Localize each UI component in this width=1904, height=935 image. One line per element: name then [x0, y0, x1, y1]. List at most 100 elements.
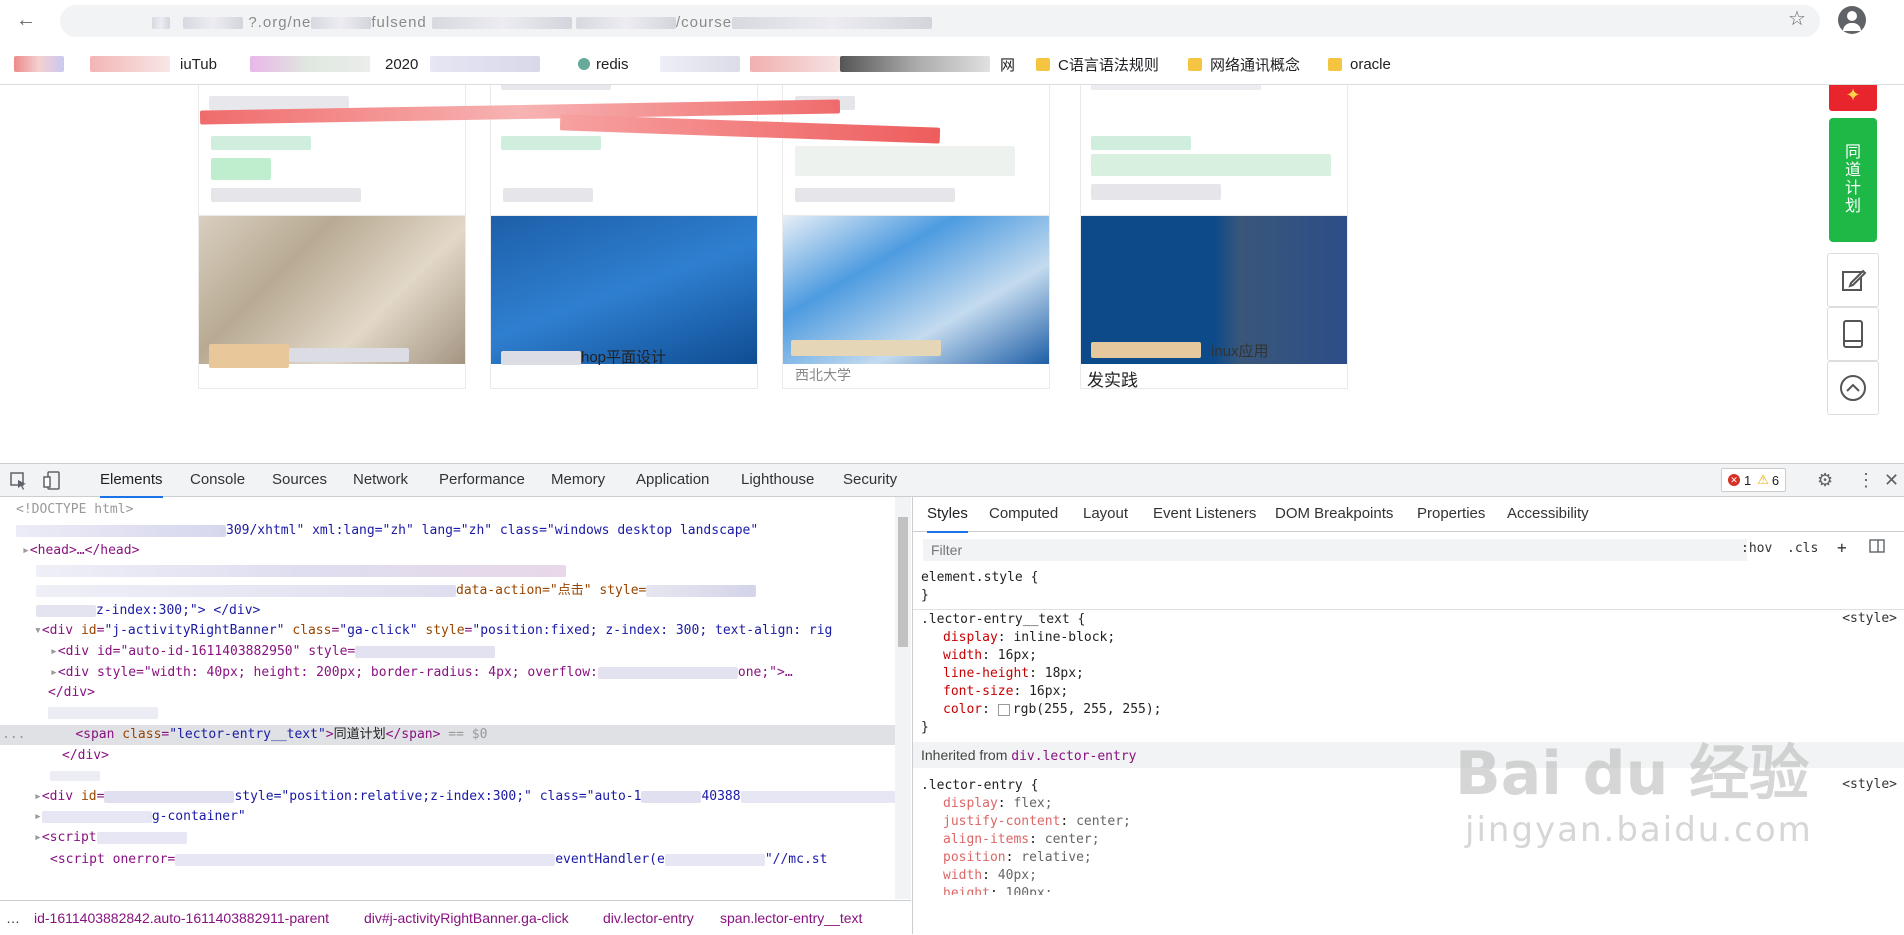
devtools-tabbar: Elements Console Sources Network Perform…	[0, 464, 1904, 498]
dom-line-div-close[interactable]: </div>	[62, 746, 109, 766]
warning-count: 6	[1771, 472, 1780, 488]
tab-application[interactable]: Application	[636, 464, 709, 496]
baidu-watermark: Bai du 经验	[1455, 739, 1810, 809]
breadcrumb-item[interactable]: span.lector-entry__text	[720, 901, 862, 935]
styles-filter-input[interactable]	[923, 539, 1747, 561]
tab-memory[interactable]: Memory	[551, 464, 605, 496]
bookmark-item[interactable]: 网	[1000, 51, 1015, 77]
tab-properties[interactable]: Properties	[1417, 497, 1485, 531]
dom-tree[interactable]: <!DOCTYPE html> 309/xhtml" xml:lang="zh"…	[0, 497, 895, 899]
class-toggle[interactable]: .cls	[1787, 541, 1818, 556]
tab-dom-breakpoints[interactable]: DOM Breakpoints	[1275, 497, 1393, 531]
course-card[interactable]	[1080, 85, 1348, 233]
inspect-element-icon[interactable]	[10, 464, 28, 496]
lector-entry-text: 同道计划	[1845, 144, 1862, 215]
course-school: 西北大学	[795, 367, 851, 383]
issues-badge[interactable]: ✕ 1 ⚠ 6	[1721, 468, 1787, 492]
tab-computed[interactable]: Computed	[989, 497, 1058, 531]
element-style-rule[interactable]: element.style { }	[913, 569, 1904, 610]
dom-line-script-onerror[interactable]: <script onerror= eventHandler(e "//mc.st	[50, 850, 827, 870]
dom-line-relative-div[interactable]: ▸<div id= style="position:relative;z-inde…	[34, 787, 895, 807]
bookmarks-bar: iuTub 2020 redis 网 C语言语法规则 网络通讯概念 oracle	[0, 44, 1904, 85]
styles-tabbar: Styles Computed Layout Event Listeners D…	[913, 497, 1904, 533]
dom-line-script[interactable]: ▸<script	[34, 828, 187, 848]
bookmark-item[interactable]: 2020	[385, 51, 418, 77]
edit-icon[interactable]	[1827, 253, 1879, 307]
course-title: 发实践	[1087, 371, 1138, 390]
tab-accessibility[interactable]: Accessibility	[1507, 497, 1589, 531]
course-card[interactable]	[198, 215, 466, 389]
dom-line-width-div[interactable]: ▸<div style="width: 40px; height: 200px;…	[50, 663, 793, 683]
bookmark-item[interactable]: iuTub	[180, 51, 217, 77]
styles-pane: Styles Computed Layout Event Listeners D…	[912, 497, 1904, 934]
tablet-icon[interactable]	[1827, 307, 1879, 361]
folder-icon	[1328, 57, 1342, 71]
dom-line-zindex[interactable]: z-index:300;"> </div>	[36, 601, 260, 621]
dom-line-container[interactable]: ▸ g-container"	[34, 807, 246, 827]
devtools-panel: Elements Console Sources Network Perform…	[0, 463, 1904, 935]
address-bar[interactable]: ?.org/ne fulsend /course	[60, 5, 1820, 37]
url-text: ?.org/ne fulsend /course	[152, 14, 933, 31]
rule-source-link[interactable]: <style>	[1842, 777, 1897, 792]
breadcrumb-ellipsis[interactable]: …	[6, 901, 20, 935]
dom-line-banner[interactable]: ▾<div id="j-activityRightBanner" class="…	[34, 621, 832, 641]
tab-sources[interactable]: Sources	[272, 464, 327, 496]
dom-line-div-close[interactable]: </div>	[48, 683, 95, 703]
settings-gear-icon[interactable]: ⚙	[1817, 464, 1833, 496]
tab-lighthouse[interactable]: Lighthouse	[741, 464, 814, 496]
toggle-sidebar-icon[interactable]	[1869, 538, 1885, 558]
browser-toolbar: ← ?.org/ne fulsend /course ☆	[0, 0, 1904, 40]
tab-styles[interactable]: Styles	[927, 497, 968, 533]
dom-line-redacted[interactable]	[48, 703, 158, 723]
course-title: hop平面设计	[501, 346, 666, 367]
close-devtools-icon[interactable]: ✕	[1884, 464, 1899, 496]
course-card[interactable]: hop平面设计	[490, 215, 758, 389]
hover-state-toggle[interactable]: :hov	[1741, 541, 1772, 556]
web-page: hop平面设计 西北大学 inux应用 发实践 ✦ 同道计划	[0, 85, 1904, 463]
baidu-watermark-url: jingyan.baidu.com	[1465, 810, 1813, 850]
device-toolbar-icon[interactable]	[42, 464, 62, 496]
course-card[interactable]: inux应用 发实践	[1080, 215, 1348, 390]
bookmark-folder-net[interactable]: 网络通讯概念	[1188, 51, 1300, 77]
dom-line-redacted[interactable]	[36, 561, 566, 581]
tab-event-listeners[interactable]: Event Listeners	[1153, 497, 1256, 531]
breadcrumb-item[interactable]: div.lector-entry	[603, 901, 694, 935]
inherited-selector-link[interactable]: div.lector-entry	[1011, 749, 1136, 764]
breadcrumb: … id-1611403882842.auto-1611403882911-pa…	[0, 900, 911, 935]
tab-security[interactable]: Security	[843, 464, 897, 496]
tab-network[interactable]: Network	[353, 464, 408, 496]
tab-performance[interactable]: Performance	[439, 464, 525, 496]
dom-doctype[interactable]: <!DOCTYPE html>	[16, 500, 133, 520]
breadcrumb-item[interactable]: div#j-activityRightBanner.ga-click	[364, 901, 569, 935]
dom-line-auto-id[interactable]: ▸<div id="auto-id-1611403882950" style=	[50, 642, 496, 662]
dom-line-redacted[interactable]	[50, 766, 100, 786]
new-rule-plus-icon[interactable]: +	[1837, 538, 1847, 557]
profile-avatar-icon[interactable]	[1838, 6, 1866, 34]
folder-icon	[1188, 57, 1202, 71]
dom-line-data-action[interactable]: data-action="点击" style=	[36, 581, 757, 601]
breadcrumb-item[interactable]: id-1611403882842.auto-1611403882911-pare…	[34, 901, 329, 935]
color-swatch-icon[interactable]	[997, 703, 1010, 716]
tab-console[interactable]: Console	[190, 464, 245, 496]
scroll-top-icon[interactable]	[1827, 361, 1879, 415]
error-count: 1	[1744, 472, 1752, 488]
course-thumbnail	[199, 216, 465, 364]
star-badge-icon[interactable]: ✦	[1829, 85, 1877, 111]
dom-line-head[interactable]: ▸<head>…</head>	[22, 541, 139, 561]
bookmark-item[interactable]: redis	[578, 51, 629, 77]
tab-elements[interactable]: Elements	[100, 464, 163, 498]
css-rule-lector-entry-text[interactable]: <style> .lector-entry__text { display: i…	[913, 611, 1904, 737]
rule-source-link[interactable]: <style>	[1842, 611, 1897, 626]
warning-icon: ⚠	[1757, 472, 1769, 487]
tab-layout[interactable]: Layout	[1083, 497, 1128, 531]
lector-entry[interactable]: 同道计划	[1829, 118, 1877, 242]
dom-line-selected-span[interactable]: ... <span class="lector-entry__text">同道计…	[0, 725, 895, 745]
more-options-icon[interactable]: ⋮	[1857, 464, 1875, 496]
dom-line-html[interactable]: 309/xhtml" xml:lang="zh" lang="zh" class…	[16, 521, 758, 541]
dom-tree-scrollbar[interactable]	[895, 497, 911, 899]
course-card[interactable]: 西北大学	[782, 215, 1050, 389]
back-arrow-icon[interactable]: ←	[12, 8, 40, 32]
bookmark-star-icon[interactable]: ☆	[1788, 6, 1806, 31]
bookmark-folder-oracle[interactable]: oracle	[1328, 51, 1391, 77]
bookmark-folder-c[interactable]: C语言语法规则	[1036, 51, 1159, 77]
